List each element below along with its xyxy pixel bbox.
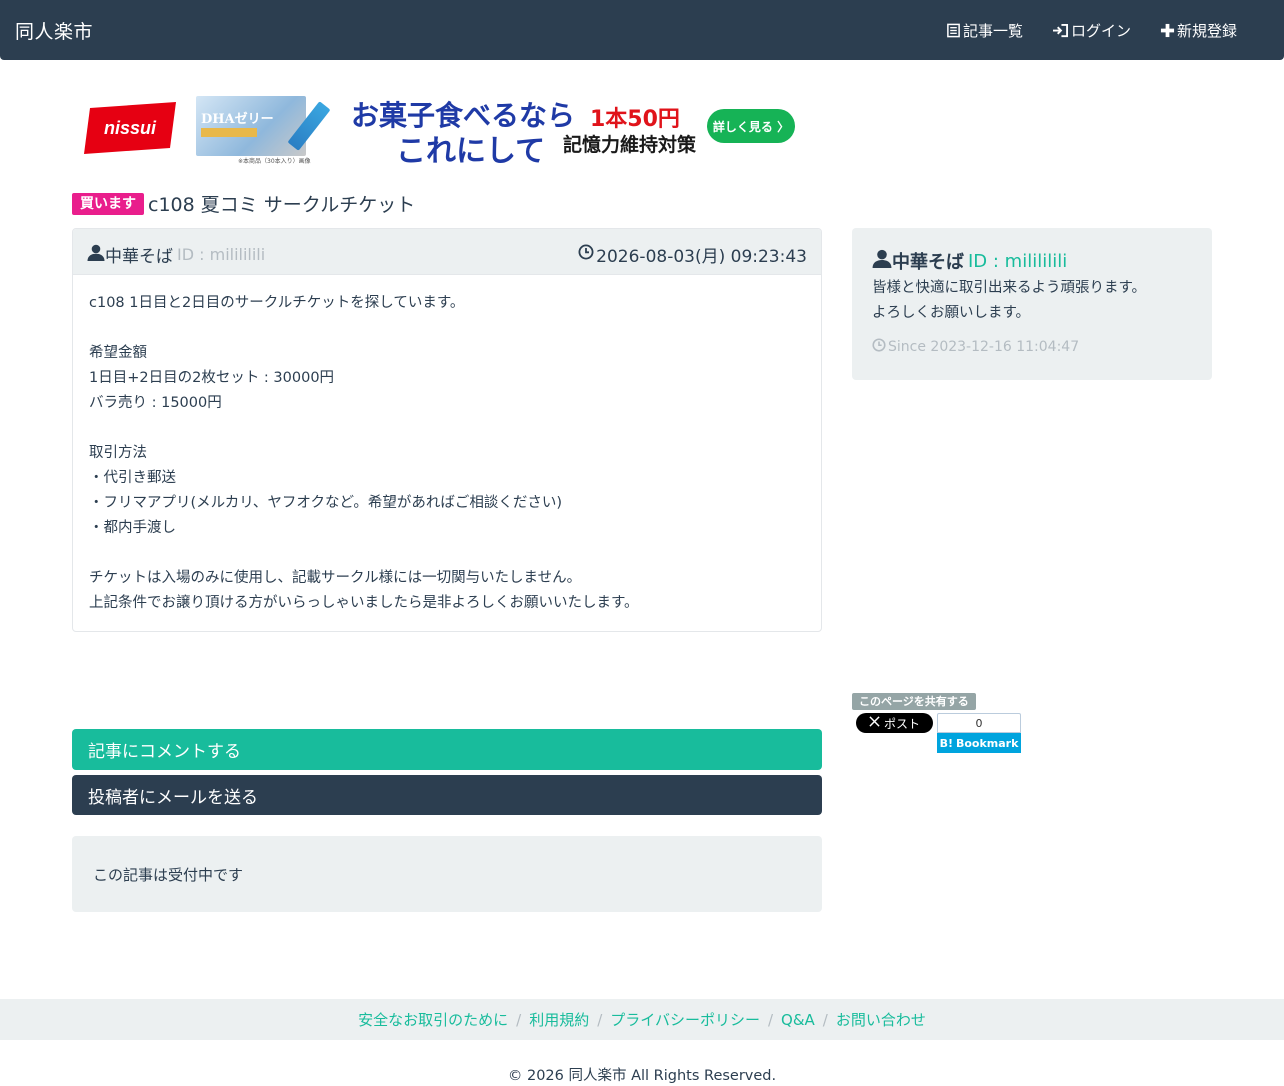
ad-product-image: DHAゼリー: [196, 96, 331, 156]
hatena-bookmark-button[interactable]: B! Bookmark: [937, 733, 1021, 753]
post-title-row: 買います c108 夏コミ サークルチケット: [72, 190, 415, 217]
footer-link-contact[interactable]: お問い合わせ: [836, 1009, 926, 1030]
footer-link-qa[interactable]: Q&A: [781, 1011, 815, 1029]
post-body-line: 上記条件でお譲り頂ける方がいらっしゃいましたら是非よろしくお願いいたします。: [89, 595, 639, 611]
post-header: 中華そば ID : milililili 2026-08-03(月) 09:23…: [73, 229, 821, 275]
nav-register-link[interactable]: 新規登録: [1160, 20, 1237, 41]
post-panel: 中華そば ID : milililili 2026-08-03(月) 09:23…: [72, 228, 822, 632]
post-body-line: ・代引き郵送: [89, 470, 176, 486]
plus-icon: [1160, 23, 1175, 38]
post-body-line: [89, 416, 805, 441]
footer-links: 安全なお取引のために / 利用規約 / プライバシーポリシー / Q&A / お…: [0, 999, 1284, 1040]
post-status: この記事は受付中です: [72, 836, 822, 912]
x-post-button[interactable]: ポスト: [856, 713, 933, 733]
post-body-line: ・フリマアプリ(メルカリ、ヤフオクなど。希望があればご相談ください): [89, 495, 562, 511]
hatena-bookmark-label: Bookmark: [955, 736, 1019, 750]
hatena-bookmark-count[interactable]: 0: [937, 713, 1021, 733]
share-label: このページを共有する: [852, 693, 976, 710]
post-body-line: 取引方法: [89, 445, 147, 461]
footer-link-privacy[interactable]: プライバシーポリシー: [610, 1009, 760, 1030]
post-body-line: [89, 541, 805, 566]
profile-since-text: Since 2023-12-16 11:04:47: [888, 339, 1080, 355]
post-body-line: c108 1日目と2日目のサークルチケットを探しています。: [89, 295, 465, 311]
comment-button[interactable]: 記事にコメントする: [72, 729, 822, 770]
nav-login-label: ログイン: [1071, 22, 1132, 40]
post-body: c108 1日目と2日目のサークルチケットを探しています。 希望金額 1日目+2…: [73, 275, 821, 631]
page-title: c108 夏コミ サークルチケット: [148, 194, 416, 216]
post-author-id: ID : milililili: [177, 245, 266, 264]
nav-articles-label: 記事一覧: [963, 22, 1024, 40]
ad-banner[interactable]: nissui DHAゼリー ※本商品（30本入り）画像 お菓子食べるなら これに…: [80, 92, 800, 169]
footer-link-safety[interactable]: 安全なお取引のために: [358, 1009, 508, 1030]
post-body-line: [89, 316, 805, 341]
copyright: © 2026 同人楽市 All Rights Reserved.: [507, 1068, 777, 1084]
profile-id: ID : milililili: [968, 250, 1068, 272]
ad-note: ※本商品（30本入り）画像: [238, 158, 311, 165]
ad-product-name: DHAゼリー: [201, 112, 274, 127]
mail-author-button[interactable]: 投稿者にメールを送る: [72, 775, 822, 815]
post-date: 2026-08-03(月) 09:23:43: [578, 242, 807, 267]
svg-text:nissui: nissui: [104, 118, 157, 138]
post-body-line: 希望金額: [89, 345, 147, 361]
clock-icon: [872, 338, 886, 356]
x-logo-icon: [869, 716, 880, 730]
post-body-line: ・都内手渡し: [89, 520, 176, 536]
hatena-b-icon: B!: [939, 736, 953, 750]
nav-login-link[interactable]: ログイン: [1052, 20, 1131, 41]
ad-details-button[interactable]: 詳しく見る 〉: [707, 109, 795, 143]
profile-bio-line: 皆様と快適に取引出来るよう頑張ります。: [872, 280, 1147, 296]
clock-icon: [578, 244, 594, 265]
nav-articles-link[interactable]: 記事一覧: [946, 20, 1023, 41]
post-body-line: チケットは入場のみに使用し、記載サークル様には一切関与いたしません。: [89, 570, 582, 586]
post-body-line: バラ売り : 15000円: [89, 395, 222, 411]
x-post-label: ポスト: [883, 716, 920, 731]
user-icon: [872, 249, 892, 273]
ad-price: 1本50円: [590, 107, 680, 132]
profile-name-text: 中華そば: [892, 252, 964, 273]
footer-link-terms[interactable]: 利用規約: [529, 1009, 589, 1030]
buy-badge: 買います: [72, 192, 144, 215]
profile-since: Since 2023-12-16 11:04:47: [872, 338, 1079, 356]
ad-subline: 記憶力維持対策: [563, 134, 697, 156]
post-body-line: 1日目+2日目の2枚セット : 30000円: [89, 370, 335, 386]
brand-logo[interactable]: 同人楽市: [15, 17, 93, 44]
post-author-name: 中華そば: [105, 247, 173, 267]
post-date-text: 2026-08-03(月) 09:23:43: [596, 247, 807, 267]
profile-bio-line: よろしくお願いします。: [872, 305, 1031, 321]
nissui-logo: nissui: [80, 98, 180, 158]
user-icon: [87, 244, 105, 266]
list-icon: [946, 23, 961, 38]
navbar: 同人楽市 記事一覧 ログイン 新規登録: [0, 0, 1284, 60]
nav-register-label: 新規登録: [1177, 22, 1238, 40]
profile-name[interactable]: 中華そば ID : milililili: [872, 248, 1067, 274]
login-icon: [1052, 23, 1069, 38]
author-profile-card: 中華そば ID : milililili 皆様と快適に取引出来るよう頑張ります。…: [852, 228, 1212, 380]
post-author[interactable]: 中華そば ID : milililili: [87, 242, 265, 267]
profile-bio: 皆様と快適に取引出来るよう頑張ります。 よろしくお願いします。: [872, 276, 1146, 326]
ad-headline-2: これにして: [396, 134, 546, 169]
